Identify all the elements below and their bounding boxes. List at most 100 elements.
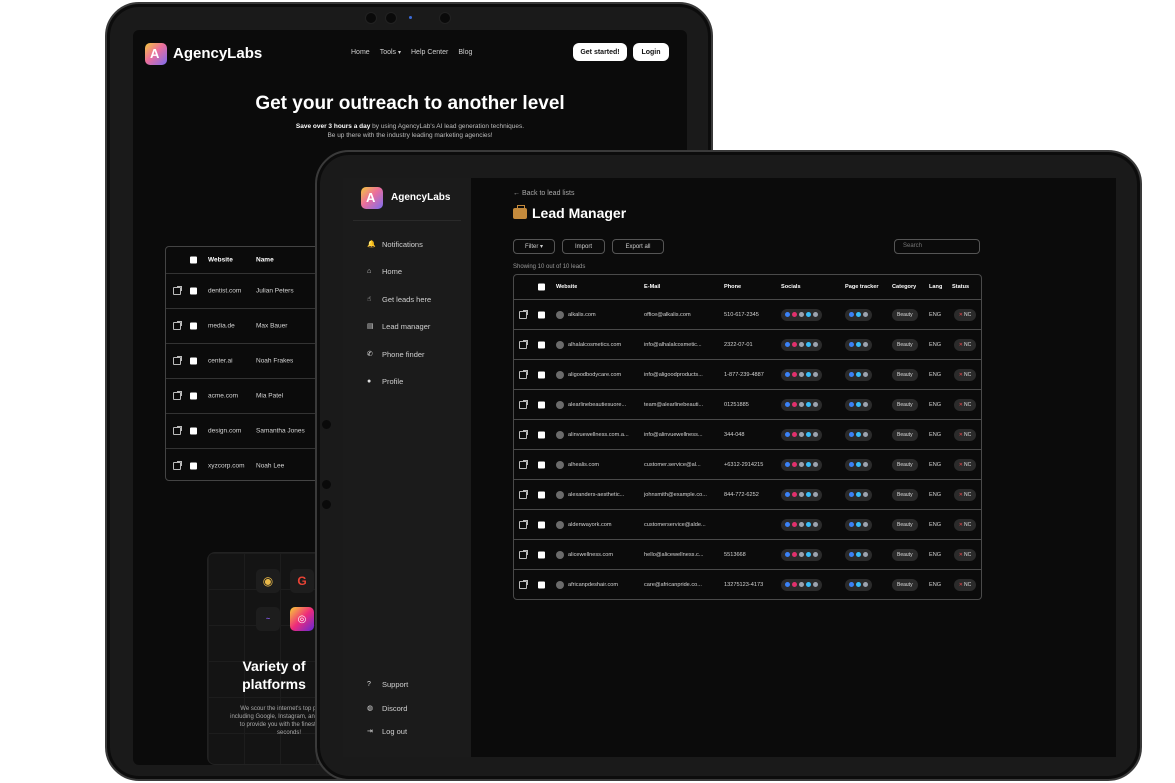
website-cell[interactable]: alexanders-aesthetic... [568, 492, 640, 498]
instagram-icon[interactable] [792, 552, 797, 557]
facebook-icon[interactable] [785, 312, 790, 317]
row-checkbox[interactable] [538, 371, 545, 378]
facebook-icon[interactable] [785, 402, 790, 407]
socials-pill[interactable] [781, 368, 822, 381]
import-button[interactable]: Import [562, 239, 605, 254]
table-row[interactable]: alexanders-aesthetic... johnsmith@example… [514, 479, 981, 509]
status-badge[interactable]: ✕NC [954, 548, 976, 561]
tiktok-icon[interactable] [813, 402, 818, 407]
page-tracker-pill[interactable] [845, 368, 872, 381]
brand-name[interactable]: AgencyLabs [173, 45, 262, 62]
open-external-icon[interactable] [519, 579, 528, 589]
instagram-icon[interactable] [792, 372, 797, 377]
row-checkbox[interactable] [190, 322, 197, 330]
socials-pill[interactable] [781, 488, 822, 501]
open-external-icon[interactable] [519, 519, 528, 529]
table-row[interactable]: alhealis.com customer.service@al... +6312-… [514, 449, 981, 479]
twitter-icon[interactable] [806, 492, 811, 497]
tiktok-icon[interactable] [799, 372, 804, 377]
open-external-icon[interactable] [519, 489, 528, 499]
table-row[interactable]: dentist.com Julian Peters [166, 273, 324, 308]
row-checkbox[interactable] [538, 461, 545, 468]
status-badge[interactable]: ✕NC [954, 368, 976, 381]
table-row[interactable]: design.com Samantha Jones [166, 413, 324, 448]
open-external-icon[interactable] [173, 391, 182, 400]
page-tracker-pill[interactable] [845, 488, 872, 501]
row-checkbox[interactable] [538, 401, 545, 408]
facebook-icon[interactable] [785, 372, 790, 377]
select-all-checkbox[interactable] [538, 283, 545, 291]
twitter-icon[interactable] [806, 372, 811, 377]
tiktok-icon[interactable] [799, 492, 804, 497]
website-cell[interactable]: alicewellness.com [568, 552, 640, 558]
status-badge[interactable]: ✕NC [954, 518, 976, 531]
row-checkbox[interactable] [538, 491, 545, 498]
tiktok-icon[interactable] [799, 462, 804, 467]
row-checkbox[interactable] [538, 551, 545, 558]
facebook-icon[interactable] [785, 552, 790, 557]
sidebar-item-notifications[interactable]: 🔔 Notifications [367, 240, 423, 249]
row-checkbox[interactable] [190, 357, 197, 365]
row-checkbox[interactable] [190, 427, 197, 435]
website-cell[interactable]: aligoodbodycare.com [568, 372, 640, 378]
open-external-icon[interactable] [519, 549, 528, 559]
page-tracker-pill[interactable] [845, 548, 872, 561]
sidebar-item-get-leads-here[interactable]: ☝ Get leads here [367, 295, 431, 304]
table-row[interactable]: center.ai Noah Frakes [166, 343, 324, 378]
row-checkbox[interactable] [190, 392, 197, 400]
tiktok-icon[interactable] [813, 582, 818, 587]
tiktok-icon[interactable] [813, 522, 818, 527]
page-tracker-pill[interactable] [845, 338, 872, 351]
open-external-icon[interactable] [519, 309, 528, 319]
sidebar-item-home[interactable]: ⌂ Home [367, 267, 402, 276]
socials-pill[interactable] [781, 308, 822, 321]
back-to-lead-lists-link[interactable]: ← Back to lead lists [513, 190, 574, 197]
table-row[interactable]: aldenwayork.com customerservice@alde... Be… [514, 509, 981, 539]
nav-link-help-center[interactable]: Help Center [411, 49, 448, 56]
tiktok-icon[interactable] [813, 312, 818, 317]
sidebar-item-phone-finder[interactable]: ✆ Phone finder [367, 350, 425, 359]
instagram-icon[interactable] [792, 492, 797, 497]
open-external-icon[interactable] [173, 356, 182, 365]
tiktok-icon[interactable] [813, 462, 818, 467]
filter-button[interactable]: Filter ▾ [513, 239, 555, 254]
website-cell[interactable]: alearlinebeautiesuore... [568, 402, 640, 408]
website-cell[interactable]: alhealis.com [568, 462, 640, 468]
page-tracker-pill[interactable] [845, 458, 872, 471]
sidebar-item-support[interactable]: ? Support [367, 680, 408, 689]
instagram-icon[interactable] [792, 402, 797, 407]
export-all-button[interactable]: Export all [612, 239, 664, 254]
twitter-icon[interactable] [806, 462, 811, 467]
facebook-icon[interactable] [785, 342, 790, 347]
facebook-icon[interactable] [785, 462, 790, 467]
agencylabs-logo-icon[interactable] [145, 43, 167, 65]
status-badge[interactable]: ✕NC [954, 578, 976, 591]
table-row[interactable]: alhalalcosmetics.com info@alhalalcosmetic… [514, 329, 981, 359]
table-row[interactable]: alkalis.com office@alkalis.com 510-617-234… [514, 299, 981, 329]
get-started-button[interactable]: Get started! [573, 43, 627, 61]
socials-pill[interactable] [781, 548, 822, 561]
sidebar-item-lead-manager[interactable]: ▤ Lead manager [367, 322, 430, 331]
socials-pill[interactable] [781, 578, 822, 591]
tiktok-icon[interactable] [813, 552, 818, 557]
status-badge[interactable]: ✕NC [954, 458, 976, 471]
table-row[interactable]: xyzcorp.com Noah Lee [166, 448, 324, 480]
row-checkbox[interactable] [538, 431, 545, 438]
nav-link-blog[interactable]: Blog [458, 49, 472, 56]
tiktok-icon[interactable] [799, 582, 804, 587]
facebook-icon[interactable] [785, 522, 790, 527]
table-row[interactable]: alicewellness.com hello@alicewellness.c..… [514, 539, 981, 569]
twitter-icon[interactable] [806, 522, 811, 527]
login-button[interactable]: Login [633, 43, 669, 61]
sidebar-item-discord[interactable]: ◍ Discord [367, 704, 407, 713]
open-external-icon[interactable] [173, 426, 182, 435]
row-checkbox[interactable] [190, 462, 197, 470]
row-checkbox[interactable] [538, 581, 545, 588]
tiktok-icon[interactable] [799, 342, 804, 347]
socials-pill[interactable] [781, 338, 822, 351]
status-badge[interactable]: ✕NC [954, 308, 976, 321]
tiktok-icon[interactable] [799, 402, 804, 407]
tiktok-icon[interactable] [813, 492, 818, 497]
instagram-icon[interactable] [792, 522, 797, 527]
status-badge[interactable]: ✕NC [954, 488, 976, 501]
